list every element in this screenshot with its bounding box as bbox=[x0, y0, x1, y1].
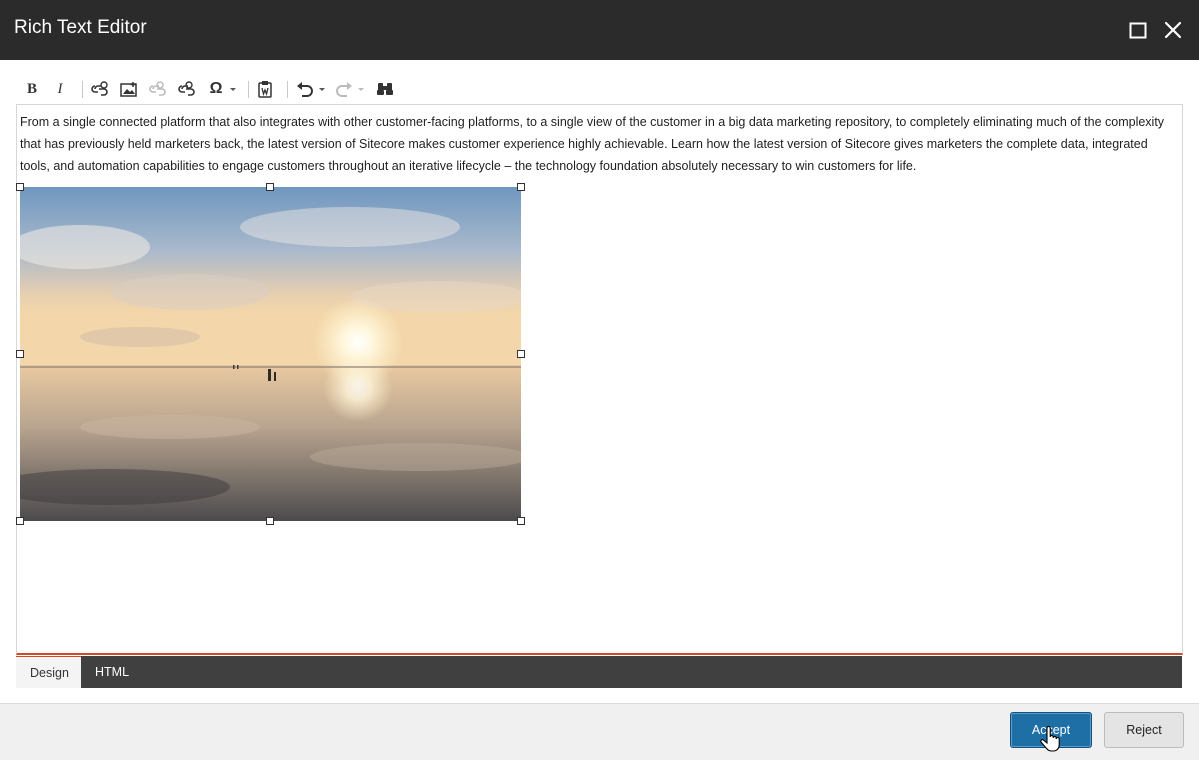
editor-area: B I Ω From a single connected platform t… bbox=[0, 60, 1199, 704]
chevron-down-icon[interactable] bbox=[358, 88, 364, 91]
resize-handle[interactable] bbox=[266, 517, 274, 525]
remove-link-button[interactable] bbox=[146, 77, 170, 101]
insert-anchor-button[interactable] bbox=[175, 77, 199, 101]
chevron-down-icon[interactable] bbox=[230, 88, 236, 91]
redo-icon bbox=[336, 82, 352, 97]
paste-word-icon bbox=[258, 81, 272, 98]
insert-link-button[interactable] bbox=[88, 77, 112, 101]
editor-toolbar: B I Ω bbox=[16, 76, 1182, 102]
content-paragraph[interactable]: From a single connected platform that al… bbox=[20, 111, 1170, 177]
special-characters-button[interactable]: Ω bbox=[204, 77, 228, 101]
resize-handle[interactable] bbox=[517, 350, 525, 358]
italic-button[interactable]: I bbox=[48, 77, 72, 101]
find-replace-button[interactable] bbox=[373, 77, 397, 101]
resize-handle[interactable] bbox=[517, 183, 525, 191]
maximize-icon bbox=[1129, 22, 1147, 39]
bold-button[interactable]: B bbox=[20, 77, 44, 101]
selected-image[interactable] bbox=[16, 183, 525, 525]
sunset-over-reflective-beach-photo bbox=[20, 187, 521, 521]
chevron-down-icon[interactable] bbox=[319, 88, 325, 91]
close-button[interactable] bbox=[1162, 19, 1184, 41]
resize-handle[interactable] bbox=[16, 183, 24, 191]
editor-mode-bar: Design HTML bbox=[16, 656, 1182, 688]
binoculars-icon bbox=[377, 83, 393, 95]
toolbar-separator bbox=[82, 81, 83, 98]
resize-handle[interactable] bbox=[16, 517, 24, 525]
toolbar-separator bbox=[248, 81, 249, 98]
title-bar: Rich Text Editor bbox=[0, 0, 1199, 60]
window-title: Rich Text Editor bbox=[14, 17, 147, 38]
reject-button[interactable]: Reject bbox=[1104, 712, 1184, 748]
maximize-button[interactable] bbox=[1127, 19, 1149, 41]
link-icon bbox=[178, 81, 195, 96]
redo-button[interactable] bbox=[332, 77, 356, 101]
tab-html[interactable]: HTML bbox=[81, 656, 143, 688]
close-icon bbox=[1164, 21, 1182, 39]
unlink-icon bbox=[149, 81, 166, 96]
resize-handle[interactable] bbox=[16, 350, 24, 358]
hand-pointer-icon bbox=[1040, 726, 1060, 752]
tab-design[interactable]: Design bbox=[16, 656, 81, 688]
toolbar-separator bbox=[287, 81, 288, 98]
resize-handle[interactable] bbox=[266, 183, 274, 191]
dialog-footer: Accept Reject bbox=[0, 704, 1199, 760]
link-icon bbox=[91, 81, 108, 96]
image-icon bbox=[120, 82, 137, 97]
undo-button[interactable] bbox=[293, 77, 317, 101]
editor-content[interactable]: From a single connected platform that al… bbox=[16, 104, 1183, 655]
undo-icon bbox=[297, 82, 313, 97]
paste-from-word-button[interactable] bbox=[253, 77, 277, 101]
insert-media-button[interactable] bbox=[117, 77, 141, 101]
resize-handle[interactable] bbox=[517, 517, 525, 525]
